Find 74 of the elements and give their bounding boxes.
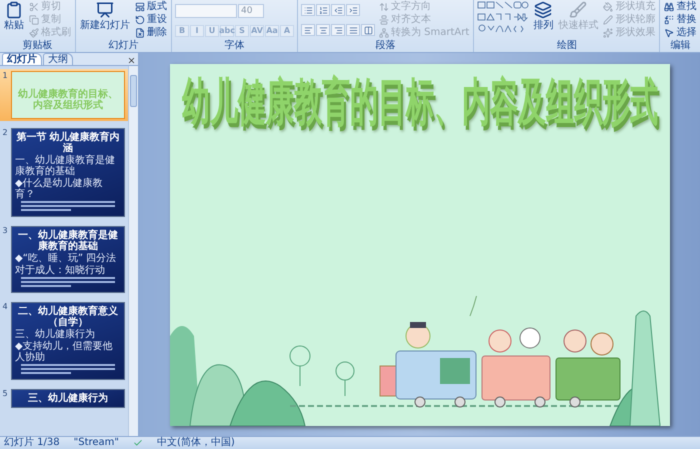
- ribbon-large-button[interactable]: 新建幻灯片: [79, 0, 131, 40]
- bullet-list-icon[interactable]: [301, 4, 315, 16]
- check-icon: [133, 438, 144, 448]
- group-label: 幻灯片: [108, 40, 140, 52]
- group-label: 剪贴板: [22, 40, 54, 52]
- group-label: 绘图: [556, 40, 578, 52]
- ribbon-button[interactable]: 版式: [134, 0, 168, 13]
- ribbon-large-button[interactable]: 排列: [532, 0, 554, 40]
- group-label: 字体: [224, 40, 246, 52]
- slide-thumbnail[interactable]: 二、幼儿健康教育意义（自学） 三、幼儿健康行为 ◆支持幼儿，但需要他人协助: [11, 302, 125, 380]
- pane-tab[interactable]: 大纲: [43, 53, 73, 65]
- paintbrush-icon: [29, 28, 39, 38]
- ribbon-large-button[interactable]: 粘贴: [3, 0, 25, 40]
- slide-thumbnail[interactable]: 幼儿健康教育的目标、内容及组织形式: [11, 71, 125, 119]
- thumbnail-title: 二、幼儿健康教育意义（自学）: [17, 306, 119, 328]
- group-label: 段落: [374, 40, 397, 52]
- arrange-icon: [534, 1, 552, 19]
- thumbnail-title: 幼儿健康教育的目标、内容及组织形式: [17, 87, 119, 113]
- ribbon-button[interactable]: 重设: [134, 14, 168, 26]
- thumbnail-title: 三、幼儿健康行为: [27, 393, 109, 404]
- clipboard-icon: [5, 1, 23, 19]
- justify-icon[interactable]: [346, 24, 360, 36]
- replace-icon: [664, 14, 674, 25]
- ribbon-button[interactable]: 选择: [663, 27, 698, 40]
- pointer-icon: [664, 28, 674, 38]
- slide-number: 3: [1, 226, 9, 237]
- font-name-field[interactable]: [175, 4, 237, 18]
- new-slide-icon: [96, 1, 114, 19]
- align-text-icon: [379, 14, 389, 25]
- slide-thumbnail[interactable]: 三、幼儿健康行为: [11, 389, 125, 408]
- slide-number: 2: [1, 128, 9, 139]
- thumbnail-text: ◆“吃、睡、玩” 四分法: [15, 253, 118, 264]
- delete-icon: [135, 28, 145, 38]
- brush-icon: [569, 1, 588, 19]
- thumbnail-title: 第一节 幼儿健康教育内涵: [15, 132, 121, 154]
- indent-increase-icon[interactable]: [346, 4, 360, 16]
- layout-icon: [135, 2, 145, 12]
- ribbon-button[interactable]: 查找: [663, 0, 698, 13]
- thumbnail-text: ◆什么是幼儿健康教育？: [15, 178, 104, 200]
- align-left-icon[interactable]: [301, 24, 315, 36]
- slide-number: 5: [1, 389, 9, 400]
- sparkles-icon: [603, 28, 614, 38]
- slide-number: 4: [1, 302, 9, 313]
- scrollbar[interactable]: [128, 66, 138, 436]
- binoculars-icon: [664, 2, 674, 12]
- thumbnail-title: 一、幼儿健康教育是健康教育的基础: [17, 230, 119, 252]
- ribbon-button[interactable]: 删除: [134, 27, 168, 40]
- theme-name: "Stream": [74, 437, 120, 449]
- paint-bucket-icon: [603, 2, 614, 12]
- thumbnail-text: 对于成人：知晓行动: [15, 265, 106, 276]
- pen-icon: [603, 14, 614, 25]
- slide-thumbnail[interactable]: 一、幼儿健康教育是健康教育的基础 ◆“吃、睡、玩” 四分法 对于成人：知晓行动: [11, 226, 125, 293]
- group-label: 编辑: [669, 40, 692, 52]
- slide-counter: 幻灯片 1/38: [4, 437, 60, 449]
- columns-icon[interactable]: [361, 24, 375, 36]
- thumbnail-text: ◆支持幼儿，但需要他人协助: [15, 341, 114, 363]
- scissors-icon: [29, 2, 39, 12]
- thumbnail-text: 一、幼儿健康教育是健康教育的基础: [15, 155, 116, 177]
- numbered-list-icon[interactable]: [316, 4, 330, 16]
- font-size-field[interactable]: 40: [238, 4, 264, 18]
- smartart-icon: [379, 28, 389, 38]
- slide-title: 幼儿健康教育的目标、内容及组织形式: [182, 70, 658, 134]
- pane-tab[interactable]: 幻灯片: [2, 53, 42, 65]
- indent-decrease-icon[interactable]: [331, 4, 345, 16]
- align-right-icon[interactable]: [331, 24, 345, 36]
- text-direction-icon: [379, 2, 389, 12]
- align-center-icon[interactable]: [316, 24, 330, 36]
- thumbnail-text: 三、幼儿健康行为: [15, 329, 96, 340]
- slide-number: 1: [1, 71, 9, 82]
- copy-icon: [29, 14, 39, 25]
- slide-thumbnail[interactable]: 第一节 幼儿健康教育内涵 一、幼儿健康教育是健康教育的基础 ◆什么是幼儿健康教育？: [11, 128, 125, 217]
- reset-icon: [135, 14, 145, 25]
- ribbon-button[interactable]: 替换: [663, 14, 698, 26]
- language-label: 中文(简体，中国): [157, 437, 235, 449]
